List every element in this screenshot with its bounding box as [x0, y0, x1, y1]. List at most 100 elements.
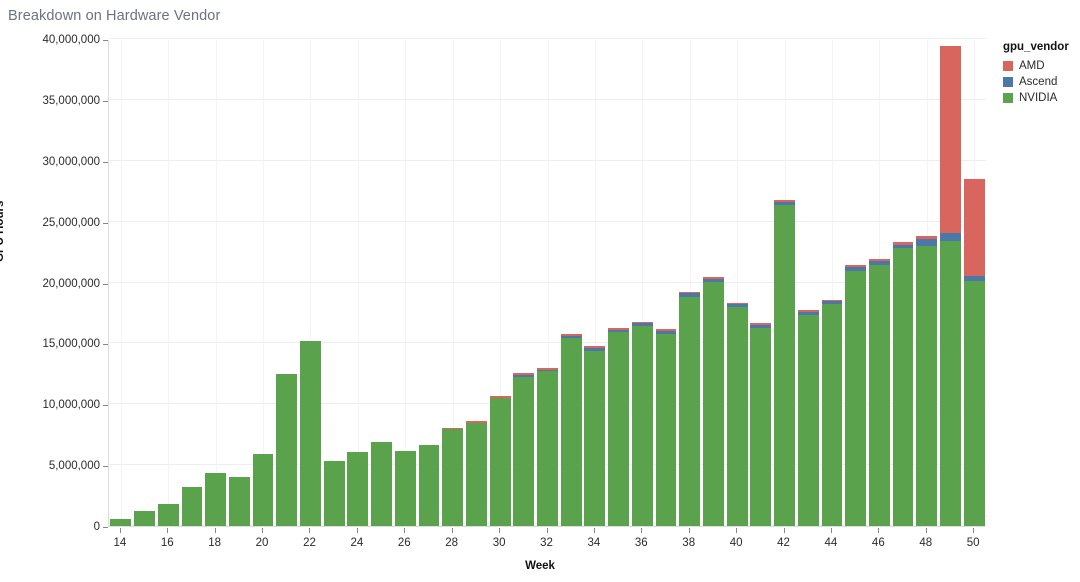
bar-week-38[interactable]: [679, 291, 701, 526]
bar-segment-nvidia[interactable]: [537, 371, 558, 526]
bar-week-47[interactable]: [892, 242, 914, 526]
x-tick-label: 32: [540, 537, 553, 549]
bar-segment-nvidia[interactable]: [560, 337, 582, 526]
bar-segment-nvidia[interactable]: [276, 373, 298, 526]
x-tick-label: 48: [919, 537, 933, 549]
bar-segment-nvidia[interactable]: [134, 511, 155, 526]
x-tick-label: 34: [587, 537, 601, 549]
legend-swatch-icon: [1003, 77, 1013, 87]
bar-segment-nvidia[interactable]: [394, 450, 416, 526]
bar-week-17[interactable]: [181, 487, 203, 526]
bar-segment-nvidia[interactable]: [821, 304, 843, 526]
bar-segment-nvidia[interactable]: [608, 332, 630, 526]
bar-segment-nvidia[interactable]: [371, 442, 392, 526]
bar-segment-nvidia[interactable]: [631, 326, 653, 526]
bar-segment-amd[interactable]: [963, 179, 985, 277]
bar-week-22[interactable]: [300, 340, 321, 526]
y-tick-label: 40,000,000: [42, 34, 100, 46]
bar-segment-nvidia[interactable]: [702, 281, 724, 526]
bar-segment-nvidia[interactable]: [750, 327, 772, 526]
bar-week-16[interactable]: [157, 504, 179, 526]
bar-segment-nvidia[interactable]: [181, 487, 203, 526]
x-tick-label: 44: [824, 537, 838, 549]
bar-week-46[interactable]: [868, 259, 890, 526]
bar-segment-nvidia[interactable]: [774, 204, 795, 526]
bar-segment-amd[interactable]: [940, 46, 961, 234]
bar-segment-nvidia[interactable]: [916, 245, 938, 526]
bar-week-28[interactable]: [442, 428, 464, 526]
bar-week-48[interactable]: [916, 235, 938, 526]
bar-week-14[interactable]: [110, 518, 132, 526]
bar-week-20[interactable]: [252, 454, 274, 526]
bar-week-27[interactable]: [418, 445, 440, 526]
bar-segment-nvidia[interactable]: [489, 397, 511, 526]
bar-week-42[interactable]: [774, 199, 795, 526]
bar-segment-nvidia[interactable]: [797, 314, 819, 526]
bar-week-19[interactable]: [228, 476, 250, 526]
bar-week-30[interactable]: [489, 395, 511, 526]
bar-week-39[interactable]: [702, 277, 724, 526]
bar-week-29[interactable]: [465, 421, 487, 526]
y-gridline: [109, 38, 986, 39]
bar-week-25[interactable]: [371, 442, 392, 526]
bar-segment-nvidia[interactable]: [418, 445, 440, 526]
bar-week-49[interactable]: [940, 46, 961, 526]
legend-item-ascend[interactable]: Ascend: [1003, 74, 1078, 90]
bar-segment-nvidia[interactable]: [584, 351, 606, 526]
bar-segment-nvidia[interactable]: [940, 240, 961, 526]
x-tick-label: 28: [445, 537, 459, 549]
bar-week-15[interactable]: [134, 511, 155, 526]
bar-segment-nvidia[interactable]: [465, 422, 487, 526]
legend-item-nvidia[interactable]: NVIDIA: [1003, 90, 1078, 106]
bar-segment-nvidia[interactable]: [252, 454, 274, 526]
y-tick-label: 30,000,000: [42, 155, 100, 168]
bar-segment-nvidia[interactable]: [157, 504, 179, 526]
bar-week-34[interactable]: [584, 346, 606, 526]
bar-week-33[interactable]: [560, 334, 582, 526]
bar-week-36[interactable]: [631, 321, 653, 526]
bar-week-41[interactable]: [750, 322, 772, 526]
x-tick-label: 30: [492, 537, 506, 549]
bar-segment-nvidia[interactable]: [963, 281, 985, 526]
bar-segment-ascend[interactable]: [940, 233, 961, 241]
bar-week-35[interactable]: [608, 328, 630, 526]
bar-week-37[interactable]: [655, 329, 677, 526]
bar-segment-nvidia[interactable]: [655, 334, 677, 526]
legend: gpu_vendor AMD Ascend NVIDIA: [1003, 41, 1078, 106]
bar-week-32[interactable]: [537, 367, 558, 526]
bar-week-23[interactable]: [323, 461, 345, 526]
x-tick-mark: [309, 528, 310, 533]
bar-week-18[interactable]: [205, 473, 227, 526]
chart-title: Breakdown on Hardware Vendor: [8, 8, 221, 24]
bar-segment-nvidia[interactable]: [347, 452, 369, 526]
bar-week-21[interactable]: [276, 373, 298, 526]
bar-week-24[interactable]: [347, 452, 369, 526]
y-tick-label: 0: [93, 521, 100, 533]
bar-segment-nvidia[interactable]: [442, 429, 464, 526]
x-tick-mark: [215, 528, 216, 533]
bar-segment-nvidia[interactable]: [726, 307, 748, 526]
bar-segment-nvidia[interactable]: [513, 376, 535, 526]
bar-week-50[interactable]: [963, 179, 985, 526]
bar-week-44[interactable]: [821, 299, 843, 526]
bar-segment-nvidia[interactable]: [892, 248, 914, 526]
bar-segment-ascend[interactable]: [916, 238, 938, 246]
bar-segment-nvidia[interactable]: [323, 461, 345, 526]
legend-item-label: Ascend: [1019, 76, 1058, 88]
bar-week-26[interactable]: [394, 450, 416, 526]
bar-segment-nvidia[interactable]: [228, 476, 250, 526]
legend-item-label: NVIDIA: [1019, 92, 1058, 104]
bar-segment-nvidia[interactable]: [868, 264, 890, 526]
bar-week-40[interactable]: [726, 302, 748, 526]
bar-segment-nvidia[interactable]: [300, 340, 321, 526]
bar-week-31[interactable]: [513, 373, 535, 526]
bar-week-43[interactable]: [797, 309, 819, 526]
bar-segment-nvidia[interactable]: [110, 518, 132, 526]
bar-week-45[interactable]: [845, 265, 867, 526]
bar-segment-nvidia[interactable]: [845, 270, 867, 526]
bar-segment-nvidia[interactable]: [205, 473, 227, 526]
y-tick-label: 5,000,000: [48, 460, 100, 473]
bar-segment-nvidia[interactable]: [679, 296, 701, 526]
chart-container: Breakdown on Hardware Vendor 0 5,000,000 1…: [0, 0, 1080, 582]
legend-item-amd[interactable]: AMD: [1003, 58, 1078, 74]
